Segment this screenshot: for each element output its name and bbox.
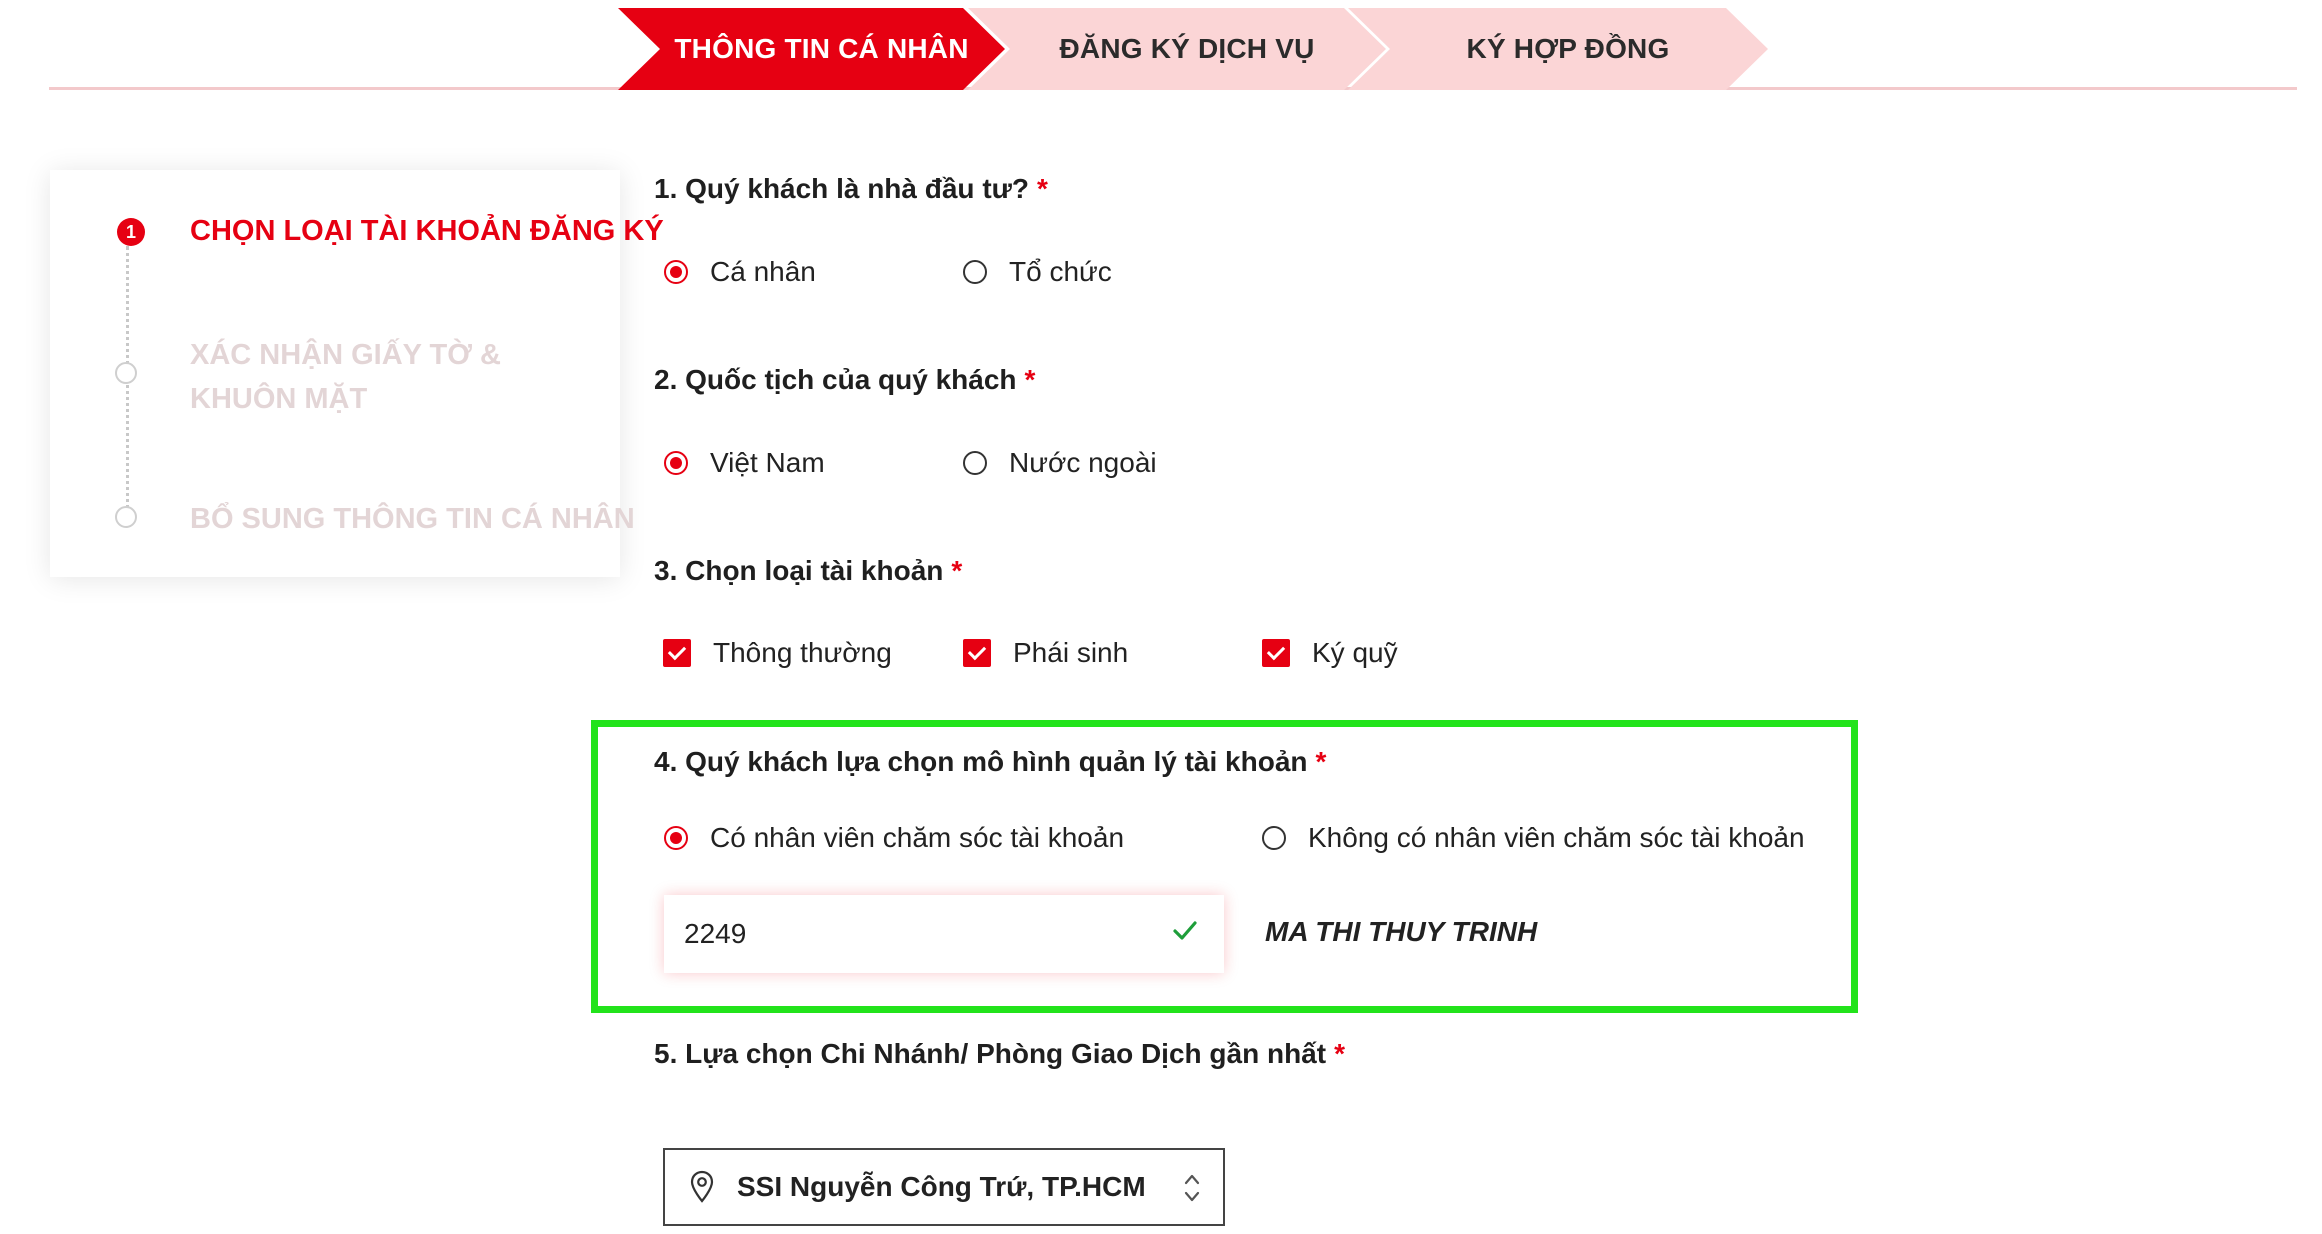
- radio-vietnam[interactable]: Việt Nam: [664, 447, 825, 479]
- checkbox-label: Thông thường: [713, 637, 892, 668]
- question-title: 1. Quý khách là nhà đầu tư?: [654, 173, 1030, 204]
- radio-indicator[interactable]: [664, 451, 688, 475]
- checkbox-label: Phái sinh: [1013, 637, 1129, 668]
- branch-select-value: SSI Nguyễn Công Trứ, TP.HCM: [737, 1171, 1146, 1202]
- checkbox-indicator[interactable]: [963, 639, 991, 667]
- question-nationality: 2. Quốc tịch của quý khách *: [654, 364, 1035, 396]
- checkbox-derivatives[interactable]: Phái sinh: [963, 637, 1128, 669]
- step-contract-signing[interactable]: KÝ HỢP ĐỒNG: [1348, 8, 1768, 90]
- question-investor-type: 1. Quý khách là nhà đầu tư? *: [654, 173, 1048, 205]
- radio-with-care-staff[interactable]: Có nhân viên chăm sóc tài khoản: [664, 822, 1124, 854]
- branch-select[interactable]: SSI Nguyễn Công Trứ, TP.HCM: [663, 1148, 1225, 1226]
- question-title: 3. Chọn loại tài khoản: [654, 555, 944, 586]
- radio-indicator[interactable]: [664, 826, 688, 850]
- checkbox-indicator[interactable]: [1262, 639, 1290, 667]
- radio-without-care-staff[interactable]: Không có nhân viên chăm sóc tài khoản: [1262, 822, 1805, 854]
- checkbox-regular[interactable]: Thông thường: [663, 637, 892, 669]
- radio-indicator[interactable]: [963, 451, 987, 475]
- checkbox-label: Ký quỹ: [1312, 637, 1398, 668]
- check-icon: [1173, 921, 1197, 940]
- staff-code-input[interactable]: [684, 918, 1134, 950]
- staff-name: MA THI THUY TRINH: [1265, 916, 1538, 947]
- substep-dot: [115, 362, 137, 384]
- question-branch: 5. Lựa chọn Chi Nhánh/ Phòng Giao Dịch g…: [654, 1038, 1345, 1070]
- substep-verify-documents: XÁC NHẬN GIẤY TỜ & KHUÔN MẶT: [190, 339, 501, 415]
- radio-label: Việt Nam: [710, 447, 825, 478]
- step-service-registration[interactable]: ĐĂNG KÝ DỊCH VỤ: [968, 8, 1386, 90]
- radio-foreign[interactable]: Nước ngoài: [963, 447, 1157, 479]
- substep-connector: [126, 246, 129, 522]
- location-pin-icon: [690, 1170, 714, 1203]
- radio-organization[interactable]: Tổ chức: [963, 256, 1112, 288]
- radio-indicator[interactable]: [1262, 826, 1286, 850]
- radio-individual[interactable]: Cá nhân: [664, 256, 816, 288]
- radio-label: Nước ngoài: [1009, 447, 1157, 478]
- required-mark: *: [951, 555, 963, 586]
- radio-indicator[interactable]: [664, 260, 688, 284]
- required-mark: *: [1024, 364, 1036, 395]
- checkbox-indicator[interactable]: [663, 639, 691, 667]
- step-personal-info[interactable]: THÔNG TIN CÁ NHÂN: [618, 8, 1005, 90]
- radio-label: Có nhân viên chăm sóc tài khoản: [710, 822, 1125, 853]
- question-account-management: 4. Quý khách lựa chọn mô hình quản lý tà…: [654, 746, 1326, 778]
- question-title: 5. Lựa chọn Chi Nhánh/ Phòng Giao Dịch g…: [654, 1038, 1327, 1069]
- substep-choose-account-type[interactable]: CHỌN LOẠI TÀI KHOẢN ĐĂNG KÝ: [190, 209, 664, 253]
- required-mark: *: [1315, 746, 1327, 777]
- substep-number-badge: 1: [117, 218, 145, 246]
- question-title: 4. Quý khách lựa chọn mô hình quản lý tà…: [654, 746, 1308, 777]
- staff-code-field[interactable]: [664, 895, 1224, 973]
- radio-label: Không có nhân viên chăm sóc tài khoản: [1308, 822, 1805, 853]
- required-mark: *: [1037, 173, 1048, 204]
- step-label: KÝ HỢP ĐỒNG: [1466, 33, 1670, 64]
- checkbox-margin[interactable]: Ký quỹ: [1262, 637, 1398, 669]
- radio-label: Cá nhân: [710, 256, 816, 287]
- step-label: THÔNG TIN CÁ NHÂN: [674, 33, 969, 64]
- radio-label: Tổ chức: [1009, 256, 1112, 287]
- step-label: ĐĂNG KÝ DỊCH VỤ: [1059, 33, 1315, 64]
- question-account-type: 3. Chọn loại tài khoản *: [654, 555, 962, 587]
- required-mark: *: [1334, 1038, 1345, 1069]
- radio-indicator[interactable]: [963, 260, 987, 284]
- question-title: 2. Quốc tịch của quý khách: [654, 364, 1017, 395]
- chevron-updown-icon[interactable]: [1183, 1172, 1201, 1204]
- substep-dot: [115, 506, 137, 528]
- substep-additional-info: BỔ SUNG THÔNG TIN CÁ NHÂN: [190, 503, 635, 535]
